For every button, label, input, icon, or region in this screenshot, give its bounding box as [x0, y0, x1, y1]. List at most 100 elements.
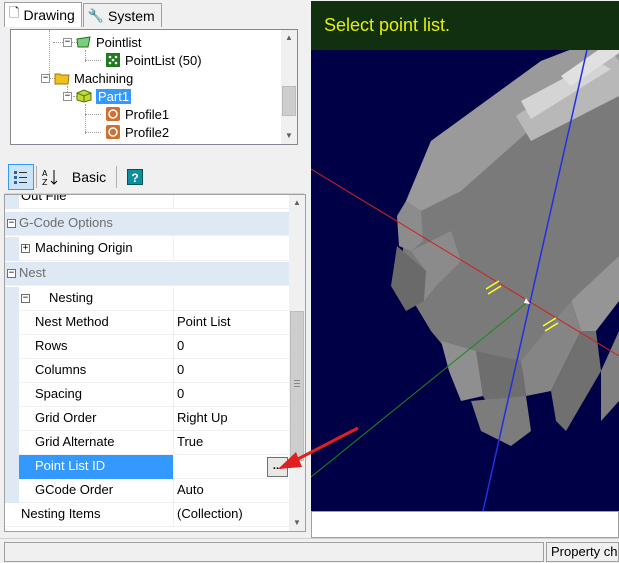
category-label: G-Code Options: [19, 215, 113, 230]
basic-label: Basic: [71, 169, 107, 185]
property-value[interactable]: True: [175, 431, 289, 455]
pointlist-folder-icon: [76, 36, 91, 48]
viewport-prompt-bar: Select point list.: [311, 1, 619, 50]
property-value[interactable]: 0: [175, 335, 289, 359]
point-grid-icon: [106, 53, 120, 67]
tab-drawing[interactable]: 🗋 Drawing: [4, 2, 82, 27]
property-value[interactable]: [175, 287, 289, 311]
tree-label-profile1: Profile1: [125, 106, 170, 122]
property-row-out-file[interactable]: Out File: [5, 195, 289, 209]
part-cube-icon: [76, 89, 92, 103]
tab-system-label: System: [108, 7, 155, 24]
property-name: Grid Alternate: [19, 431, 174, 455]
status-panel-property: Property cha: [546, 542, 619, 562]
status-bar: Property cha: [0, 538, 619, 563]
categorized-icon: [14, 171, 27, 184]
collapse-icon[interactable]: −: [7, 269, 16, 278]
property-row-columns[interactable]: Columns 0: [5, 359, 289, 383]
scroll-up-icon[interactable]: ▲: [289, 195, 305, 211]
panel-splitter[interactable]: [0, 152, 306, 158]
tree-node-pointlist[interactable]: − Pointlist: [63, 33, 142, 51]
property-value[interactable]: Right Up: [175, 407, 289, 431]
alphabetical-button[interactable]: AZ: [39, 164, 61, 190]
document-icon: 🗋: [9, 5, 20, 20]
scroll-thumb[interactable]: [282, 86, 296, 116]
tab-drawing-label: Drawing: [23, 7, 75, 23]
tree-node-part1[interactable]: − Part1: [63, 87, 132, 105]
property-value[interactable]: [175, 195, 289, 209]
property-value[interactable]: [175, 237, 289, 261]
wrench-icon: 🔧: [87, 7, 104, 23]
tree-node-profile2[interactable]: Profile2: [105, 123, 169, 141]
scroll-up-icon[interactable]: ▲: [281, 30, 297, 46]
folder-icon: [54, 73, 70, 85]
collapse-icon[interactable]: −: [7, 219, 16, 228]
command-line[interactable]: [311, 511, 619, 538]
property-value[interactable]: Point List: [175, 311, 289, 335]
property-grid: Out File − G-Code Options + Machining Or…: [4, 194, 306, 532]
scroll-down-icon[interactable]: ▼: [281, 128, 297, 144]
property-row-nest-method[interactable]: Nest Method Point List: [5, 311, 289, 335]
property-value[interactable]: 0: [175, 383, 289, 407]
property-row-grid-order[interactable]: Grid Order Right Up: [5, 407, 289, 431]
property-name: Rows: [19, 335, 174, 359]
property-name: Nesting Items: [19, 503, 174, 527]
property-toolbar: AZ Basic ?: [4, 160, 304, 194]
tree-label-profile2: Profile2: [125, 124, 170, 140]
help-button[interactable]: ?: [124, 164, 146, 190]
app-window: 🗋 Drawing 🔧 System − Pointlist PointList…: [0, 0, 619, 563]
help-icon: ?: [127, 169, 143, 185]
tree-node-profile1[interactable]: Profile1: [105, 105, 169, 123]
property-name: Nesting: [19, 287, 174, 311]
part-3d-model: [311, 1, 619, 511]
tree-label-part1: Part1: [96, 88, 132, 104]
scroll-thumb[interactable]: [290, 311, 304, 461]
property-name: Grid Order: [19, 407, 174, 431]
scroll-down-icon[interactable]: ▼: [289, 515, 305, 531]
collapse-icon[interactable]: −: [21, 294, 30, 303]
property-row-gcode-order[interactable]: GCode Order Auto: [5, 479, 289, 503]
property-value[interactable]: (Collection): [175, 503, 289, 527]
expand-icon[interactable]: +: [21, 244, 30, 253]
category-nest[interactable]: − Nest: [5, 262, 289, 286]
property-value[interactable]: 0: [175, 359, 289, 383]
property-row-grid-alternate[interactable]: Grid Alternate True: [5, 431, 289, 455]
categorized-button[interactable]: [8, 164, 34, 190]
left-panel: 🗋 Drawing 🔧 System − Pointlist PointList…: [0, 0, 306, 538]
collapse-icon[interactable]: −: [41, 73, 50, 83]
svg-text:A: A: [42, 169, 48, 178]
profile-icon: [106, 125, 120, 139]
tree-scrollbar[interactable]: ▲ ▼: [281, 30, 297, 144]
tree-node-machining[interactable]: − Machining: [41, 69, 133, 87]
property-name: Point List ID: [19, 455, 174, 479]
property-row-nesting-items[interactable]: Nesting Items (Collection): [5, 503, 289, 527]
category-gcode-options[interactable]: − G-Code Options: [5, 212, 289, 236]
basic-button[interactable]: Basic: [66, 164, 112, 190]
ellipsis-button[interactable]: ...: [267, 457, 288, 477]
status-panel-main: [4, 542, 544, 562]
sort-az-icon: AZ: [42, 169, 58, 186]
category-label: Nest: [19, 265, 46, 280]
tree-node-pointlist-child[interactable]: PointList (50): [105, 51, 202, 69]
property-row-nesting[interactable]: − Nesting: [5, 287, 289, 311]
collapse-icon[interactable]: −: [63, 37, 72, 47]
tab-strip: 🗋 Drawing 🔧 System: [4, 2, 163, 27]
property-value[interactable]: Auto: [175, 479, 289, 503]
property-row-spacing[interactable]: Spacing 0: [5, 383, 289, 407]
viewport-3d[interactable]: Select point list.: [311, 1, 619, 511]
property-row-rows[interactable]: Rows 0: [5, 335, 289, 359]
property-name: Machining Origin: [19, 237, 174, 261]
property-row-machining-origin[interactable]: + Machining Origin: [5, 237, 289, 261]
tab-system[interactable]: 🔧 System: [82, 3, 162, 27]
profile-icon: [106, 107, 120, 121]
property-scrollbar[interactable]: ▲ ▼: [289, 195, 305, 531]
property-name: Out File: [19, 195, 174, 209]
property-row-point-list-id[interactable]: Point List ID ...: [5, 455, 289, 479]
collapse-icon[interactable]: −: [63, 91, 72, 101]
property-name: GCode Order: [19, 479, 174, 503]
tree-label-pointlist: Pointlist: [96, 34, 142, 50]
tree-label-pointlist-child: PointList (50): [125, 52, 202, 68]
property-name: Nest Method: [19, 311, 174, 335]
viewport-prompt: Select point list.: [324, 15, 451, 35]
tree-label-machining: Machining: [74, 70, 134, 86]
